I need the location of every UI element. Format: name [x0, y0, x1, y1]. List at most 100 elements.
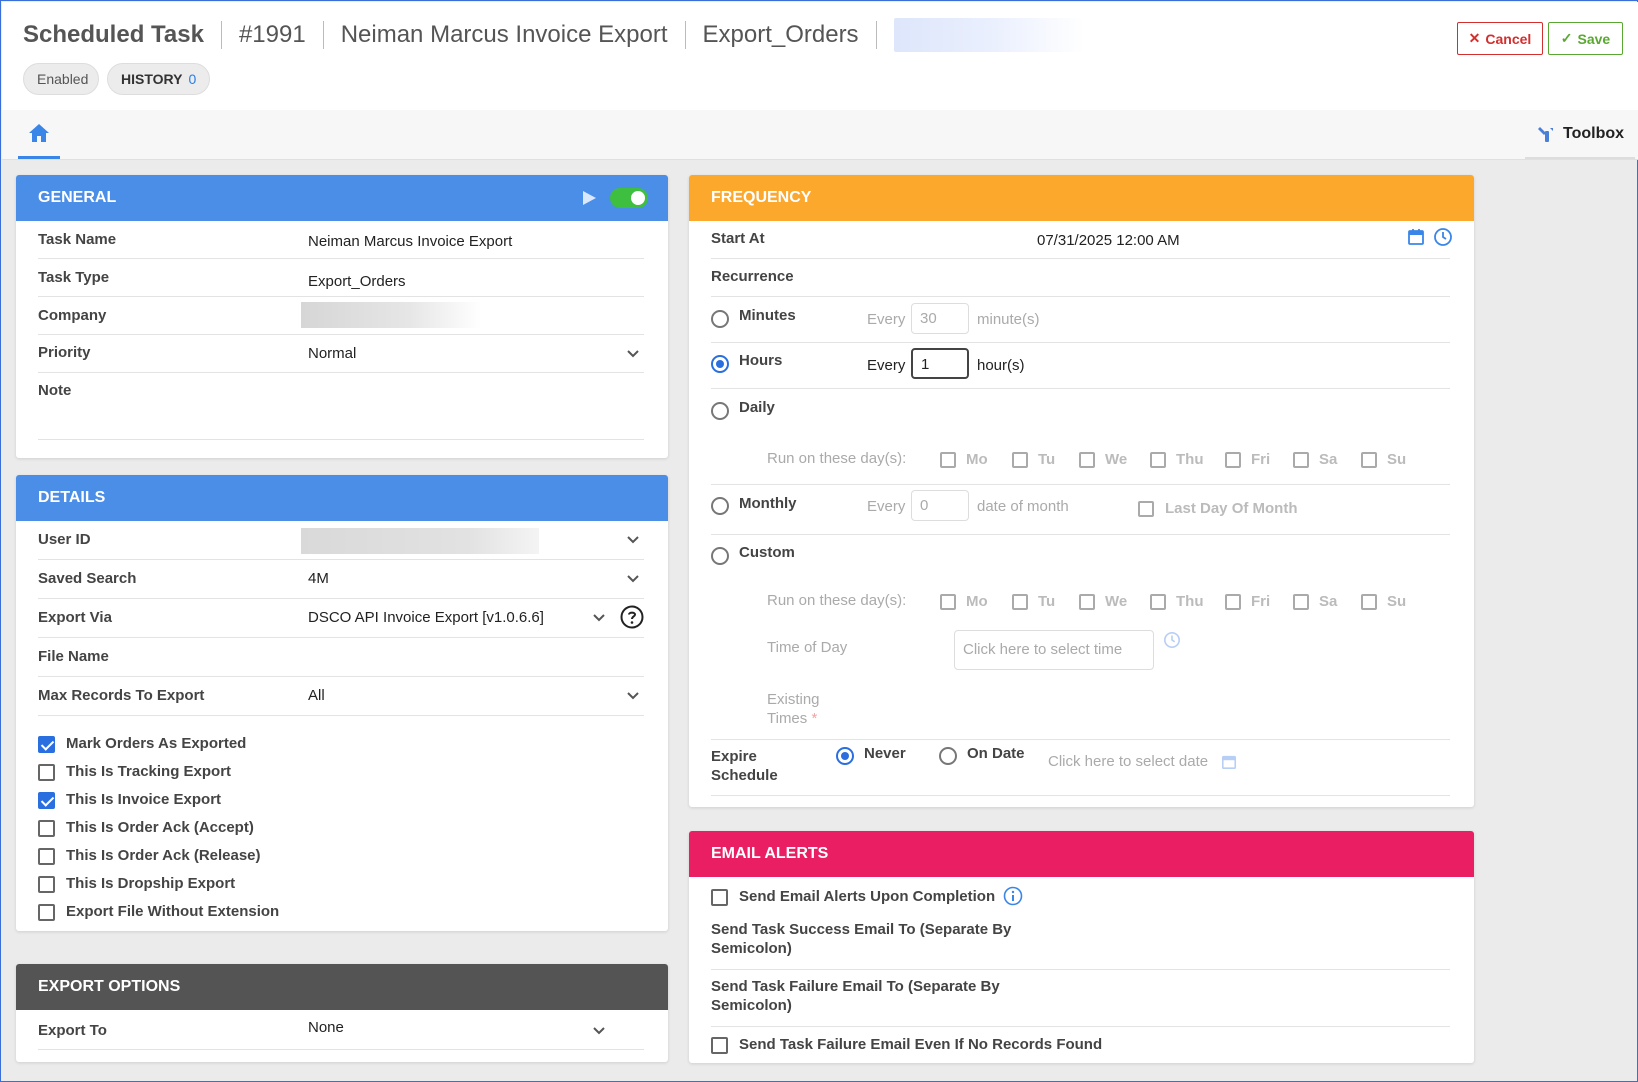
- hours-input[interactable]: 1: [911, 348, 969, 379]
- custom-row: Custom Run on these day(s): Mo Tu We Thu Fri…: [711, 535, 1450, 740]
- tab-home[interactable]: [18, 110, 60, 159]
- daily-day-checkbox[interactable]: [940, 452, 956, 468]
- chevron-down-icon[interactable]: [626, 347, 640, 361]
- chevron-down-icon[interactable]: [626, 689, 640, 703]
- monthly-input[interactable]: 0: [911, 490, 969, 521]
- time-of-day-input[interactable]: Click here to select time: [954, 630, 1154, 670]
- custom-day-label: Fri: [1251, 593, 1271, 610]
- priority-value[interactable]: Normal: [308, 345, 356, 362]
- help-icon[interactable]: [620, 605, 644, 629]
- success-email-row[interactable]: Send Task Success Email To (Separate By …: [711, 913, 1450, 970]
- details-checkbox[interactable]: [38, 764, 55, 781]
- calendar-icon[interactable]: [1221, 754, 1237, 770]
- daily-run-days-label: Run on these day(s):: [767, 450, 907, 467]
- export-options-header: EXPORT OPTIONS: [16, 964, 668, 1010]
- custom-day-checkbox[interactable]: [1079, 594, 1095, 610]
- save-button[interactable]: ✓ Save: [1548, 22, 1623, 55]
- details-card: DETAILS User ID Saved Search 4M Export V…: [16, 475, 668, 931]
- file-name-row[interactable]: File Name: [38, 638, 644, 677]
- priority-row[interactable]: Priority Normal: [38, 335, 644, 373]
- title-divider: [875, 21, 877, 49]
- clock-icon[interactable]: [1163, 631, 1181, 649]
- calendar-icon[interactable]: [1407, 228, 1425, 246]
- custom-run-days-label: Run on these day(s):: [767, 592, 907, 609]
- monthly-every-label: Every: [867, 498, 906, 515]
- daily-radio[interactable]: [711, 402, 729, 420]
- details-checkbox[interactable]: [38, 876, 55, 893]
- export-to-row[interactable]: Export To None: [38, 1010, 644, 1050]
- on-date-radio[interactable]: [939, 747, 957, 765]
- daily-day-checkbox[interactable]: [1079, 452, 1095, 468]
- custom-radio[interactable]: [711, 547, 729, 565]
- max-records-row[interactable]: Max Records To Export All: [38, 677, 644, 716]
- custom-day-checkbox[interactable]: [1150, 594, 1166, 610]
- title-divider: [322, 21, 324, 49]
- failure-no-records-label: Send Task Failure Email Even If No Recor…: [739, 1036, 1103, 1053]
- minutes-input[interactable]: 30: [911, 303, 969, 334]
- daily-day-checkbox[interactable]: [1150, 452, 1166, 468]
- daily-day-checkbox[interactable]: [1361, 452, 1377, 468]
- daily-day-checkbox[interactable]: [1012, 452, 1028, 468]
- check-icon: ✓: [1560, 30, 1573, 46]
- start-at-label: Start At: [711, 230, 765, 247]
- toggle-knob: [631, 191, 645, 205]
- custom-day-checkbox[interactable]: [1293, 594, 1309, 610]
- chevron-down-icon[interactable]: [626, 572, 640, 586]
- redacted-company-title: [893, 18, 1084, 52]
- minutes-every-label: Every: [867, 311, 906, 328]
- expire-date-input[interactable]: Click here to select date: [1048, 753, 1208, 770]
- details-checkbox-label: This Is Dropship Export: [66, 875, 236, 892]
- note-row[interactable]: Note: [38, 373, 644, 440]
- send-alerts-checkbox[interactable]: [711, 889, 728, 906]
- start-at-row: Start At 07/31/2025 12:00 AM: [711, 221, 1453, 259]
- expire-row: Expire Schedule Never On Date Click here…: [711, 740, 1450, 796]
- never-radio[interactable]: [836, 747, 854, 765]
- send-alerts-label: Send Email Alerts Upon Completion: [739, 888, 996, 905]
- minutes-radio[interactable]: [711, 310, 729, 328]
- saved-search-row[interactable]: Saved Search 4M: [38, 560, 644, 599]
- custom-day-checkbox[interactable]: [1012, 594, 1028, 610]
- general-card-header: GENERAL: [16, 175, 668, 221]
- cancel-label: Cancel: [1485, 30, 1532, 47]
- frequency-card-header: FREQUENCY: [689, 175, 1474, 221]
- success-email-label-2: Semicolon): [711, 940, 792, 957]
- file-name-label: File Name: [38, 648, 109, 665]
- max-records-value[interactable]: All: [308, 687, 325, 704]
- saved-search-value[interactable]: 4M: [308, 570, 329, 587]
- last-day-checkbox[interactable]: [1138, 501, 1154, 517]
- details-checkbox[interactable]: [38, 736, 55, 753]
- hours-radio[interactable]: [711, 355, 729, 373]
- export-via-value[interactable]: DSCO API Invoice Export [v1.0.6.6]: [308, 609, 544, 626]
- export-to-value[interactable]: None: [308, 1019, 344, 1036]
- history-button[interactable]: HISTORY 0: [107, 63, 211, 95]
- status-badge-label: Enabled: [37, 71, 89, 87]
- failure-no-records-checkbox[interactable]: [711, 1037, 728, 1054]
- details-checkbox[interactable]: [38, 820, 55, 837]
- details-checkbox[interactable]: [38, 848, 55, 865]
- enabled-toggle[interactable]: [610, 188, 648, 208]
- details-checkbox[interactable]: [38, 792, 55, 809]
- custom-day-checkbox[interactable]: [1225, 594, 1241, 610]
- chevron-down-icon[interactable]: [592, 1024, 606, 1038]
- user-id-row[interactable]: User ID: [38, 521, 644, 560]
- daily-day-checkbox[interactable]: [1225, 452, 1241, 468]
- task-name-value[interactable]: Neiman Marcus Invoice Export: [308, 233, 512, 250]
- failure-email-row[interactable]: Send Task Failure Email To (Separate By …: [711, 970, 1450, 1027]
- chevron-down-icon[interactable]: [626, 533, 640, 547]
- custom-day-checkbox[interactable]: [940, 594, 956, 610]
- info-icon[interactable]: [1003, 886, 1023, 906]
- toolbox-button[interactable]: Toolbox: [1525, 110, 1635, 159]
- chevron-down-icon[interactable]: [592, 611, 606, 625]
- start-at-value[interactable]: 07/31/2025 12:00 AM: [1037, 232, 1180, 249]
- minutes-unit: minute(s): [977, 311, 1040, 328]
- export-via-row[interactable]: Export Via DSCO API Invoice Export [v1.0…: [38, 599, 644, 638]
- toolbox-icon: [1538, 126, 1553, 142]
- last-day-label: Last Day Of Month: [1165, 500, 1298, 517]
- play-icon[interactable]: [581, 190, 597, 206]
- custom-day-checkbox[interactable]: [1361, 594, 1377, 610]
- monthly-radio[interactable]: [711, 497, 729, 515]
- details-checkbox[interactable]: [38, 904, 55, 921]
- clock-icon[interactable]: [1433, 227, 1453, 247]
- cancel-button[interactable]: ✕ Cancel: [1457, 22, 1543, 55]
- daily-day-checkbox[interactable]: [1293, 452, 1309, 468]
